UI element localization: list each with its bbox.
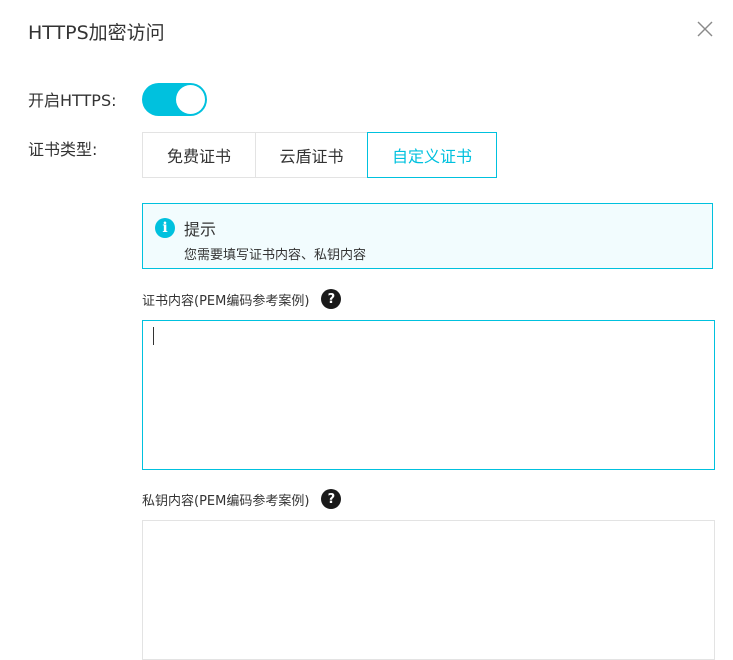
cert-type-custom-button[interactable]: 自定义证书 [367, 132, 497, 178]
dialog-title: HTTPS加密访问 [28, 22, 165, 44]
tip-box: i 提示 您需要填写证书内容、私钥内容 [142, 203, 713, 269]
private-key-textarea[interactable] [142, 520, 715, 660]
text-caret [153, 327, 154, 345]
tip-message: 您需要填写证书内容、私钥内容 [184, 248, 367, 263]
private-key-label: 私钥内容(PEM编码参考案例) [142, 493, 310, 509]
cert-content-label: 证书内容(PEM编码参考案例) [142, 293, 310, 309]
close-button[interactable] [694, 18, 716, 40]
cert-content-label-row: 证书内容(PEM编码参考案例) ? [142, 289, 342, 309]
private-key-label-row: 私钥内容(PEM编码参考案例) ? [142, 489, 342, 509]
cert-content-textarea[interactable] [142, 320, 715, 470]
cert-type-free-button[interactable]: 免费证书 [142, 132, 256, 178]
https-toggle-switch[interactable] [142, 83, 207, 116]
cert-type-cloudshield-button[interactable]: 云盾证书 [255, 132, 368, 178]
info-icon: i [155, 218, 175, 238]
question-icon[interactable]: ? [321, 289, 342, 309]
toggle-knob [176, 85, 205, 114]
https-toggle-label: 开启HTTPS: [28, 91, 117, 110]
question-icon[interactable]: ? [321, 489, 342, 509]
cert-type-selector: 免费证书 云盾证书 自定义证书 [142, 132, 497, 178]
cert-type-label: 证书类型: [28, 140, 98, 159]
tip-title: 提示 [184, 220, 217, 239]
close-icon [697, 21, 713, 37]
